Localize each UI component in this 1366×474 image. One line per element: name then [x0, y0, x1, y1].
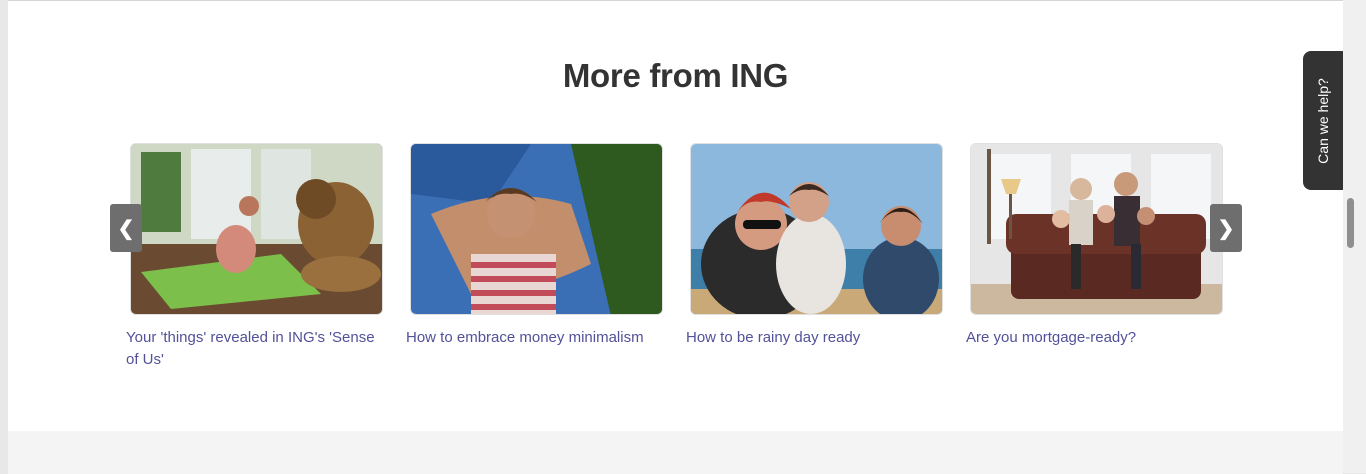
article-card[interactable]: Are you mortgage-ready?	[966, 143, 1228, 349]
footer-band	[8, 431, 1343, 474]
article-link[interactable]: How to be rainy day ready	[686, 327, 948, 349]
article-image[interactable]	[970, 143, 1223, 315]
scrollbar-thumb[interactable]	[1347, 198, 1354, 248]
article-image[interactable]	[130, 143, 383, 315]
article-card[interactable]: How to be rainy day ready	[686, 143, 948, 349]
carousel-prev-button[interactable]: ❮	[110, 204, 142, 252]
article-image[interactable]	[690, 143, 943, 315]
article-image[interactable]	[410, 143, 663, 315]
section-title: More from ING	[562, 57, 789, 94]
can-we-help-button[interactable]: Can we help?	[1303, 51, 1343, 190]
article-card[interactable]: How to embrace money minimalism	[406, 143, 668, 349]
help-tab-label: Can we help?	[1315, 77, 1331, 164]
article-link[interactable]: How to embrace money minimalism	[406, 327, 668, 349]
carousel-next-button[interactable]: ❯	[1210, 204, 1242, 252]
article-card[interactable]: Your 'things' revealed in ING's 'Sense o…	[126, 143, 388, 371]
chevron-right-icon: ❯	[1217, 217, 1235, 240]
article-link[interactable]: Your 'things' revealed in ING's 'Sense o…	[126, 327, 388, 371]
chevron-left-icon: ❮	[117, 217, 135, 240]
content-page: More from ING Your 'things' revealed in …	[8, 0, 1343, 474]
article-link[interactable]: Are you mortgage-ready?	[966, 327, 1228, 349]
